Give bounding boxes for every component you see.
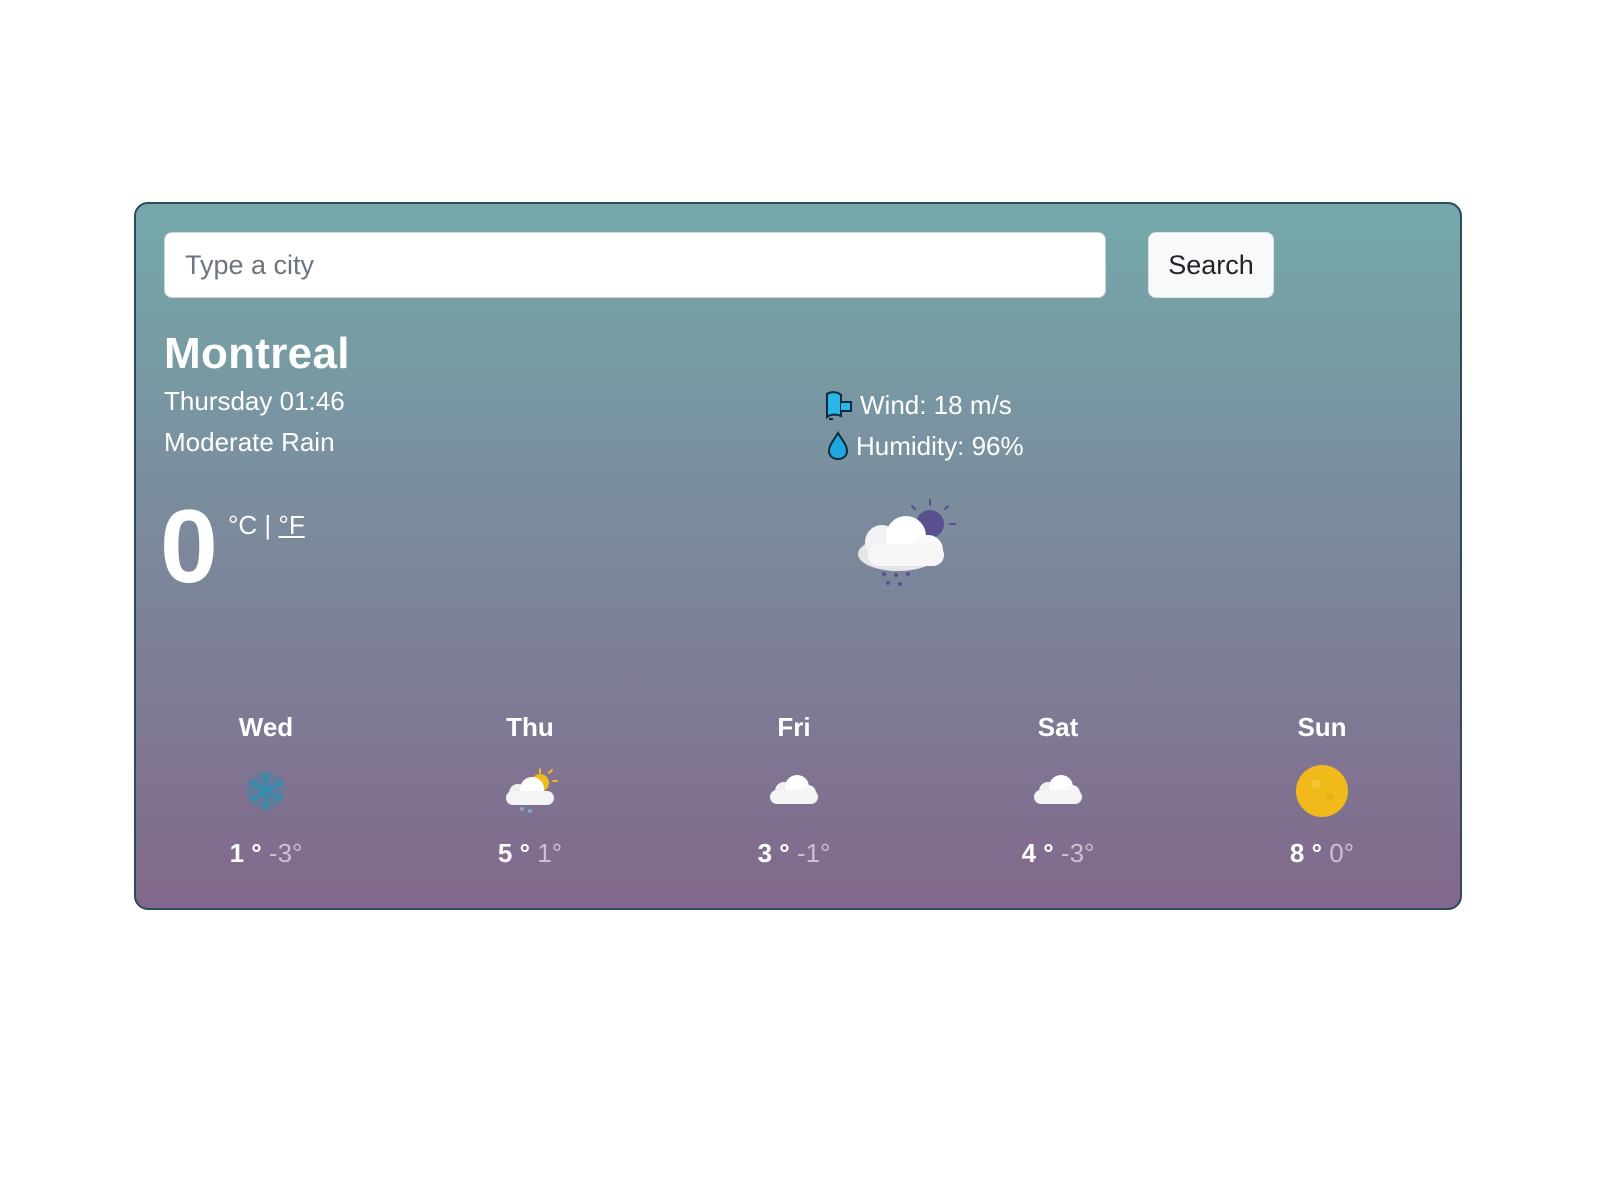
forecast-min: 1° xyxy=(537,838,563,868)
forecast-temps: 5 ° 1° xyxy=(450,836,610,870)
forecast-temps: 8 ° 0° xyxy=(1242,836,1402,870)
droplet-icon xyxy=(824,431,856,461)
forecast-min: -3° xyxy=(1060,838,1095,868)
search-button[interactable]: Search xyxy=(1148,232,1274,298)
current-temperature: 0 xyxy=(160,489,218,605)
snowflake-icon xyxy=(186,760,346,822)
forecast-day-name: Fri xyxy=(777,712,811,742)
forecast-min: 0° xyxy=(1329,838,1355,868)
cloud-icon xyxy=(714,760,874,822)
forecast-day-name: Sat xyxy=(1037,712,1079,742)
forecast-temps: 3 ° -1° xyxy=(714,836,874,870)
forecast-min: -3° xyxy=(268,838,303,868)
fahrenheit-link[interactable]: °F xyxy=(278,510,304,540)
forecast-day-sat: Sat 4 ° -3° xyxy=(978,710,1138,870)
wind-icon xyxy=(824,390,860,420)
forecast-day-name: Sun xyxy=(1297,712,1347,742)
forecast-max: 3 xyxy=(757,838,773,868)
forecast-max-unit: ° xyxy=(1311,838,1322,868)
forecast-max: 4 xyxy=(1021,838,1037,868)
weather-card: Search Montreal Thursday 01:46 Moderate … xyxy=(134,202,1462,910)
city-name: Montreal xyxy=(164,329,350,378)
forecast-day-thu: Thu 5 ° 1° xyxy=(450,710,610,870)
wind-text: Wind: 18 m/s xyxy=(860,390,1012,420)
forecast-max: 5 xyxy=(497,838,513,868)
forecast-day-name: Wed xyxy=(238,712,294,742)
forecast-max-unit: ° xyxy=(779,838,790,868)
weather-description: Moderate Rain xyxy=(164,427,335,457)
cloud-icon xyxy=(978,760,1138,822)
forecast-max-unit: ° xyxy=(251,838,262,868)
forecast-max-unit: ° xyxy=(1043,838,1054,868)
forecast-temps: 4 ° -3° xyxy=(978,836,1138,870)
current-datetime: Thursday 01:46 xyxy=(164,386,345,416)
wind-info: Wind: 18 m/s xyxy=(824,388,1012,422)
celsius-unit: °C xyxy=(228,510,258,540)
forecast-day-name: Thu xyxy=(506,712,554,742)
forecast-temps: 1 ° -3° xyxy=(186,836,346,870)
unit-toggle: °C | °F xyxy=(228,510,305,540)
cloud-moon-rain-icon xyxy=(854,498,958,593)
humidity-info: Humidity: 96% xyxy=(824,429,1024,463)
forecast-day-sun: Sun 8 ° 0° xyxy=(1242,710,1402,870)
city-search-input[interactable] xyxy=(164,232,1106,298)
forecast-max: 8 xyxy=(1289,838,1305,868)
sun-icon xyxy=(1242,760,1402,822)
humidity-text: Humidity: 96% xyxy=(856,431,1024,461)
unit-separator: | xyxy=(264,510,272,540)
forecast-max: 1 xyxy=(229,838,245,868)
forecast-day-fri: Fri 3 ° -1° xyxy=(714,710,874,870)
cloud-sun-rain-icon xyxy=(450,760,610,822)
forecast-day-wed: Wed 1 ° -3° xyxy=(186,710,346,870)
forecast-max-unit: ° xyxy=(519,838,530,868)
forecast-min: -1° xyxy=(796,838,831,868)
